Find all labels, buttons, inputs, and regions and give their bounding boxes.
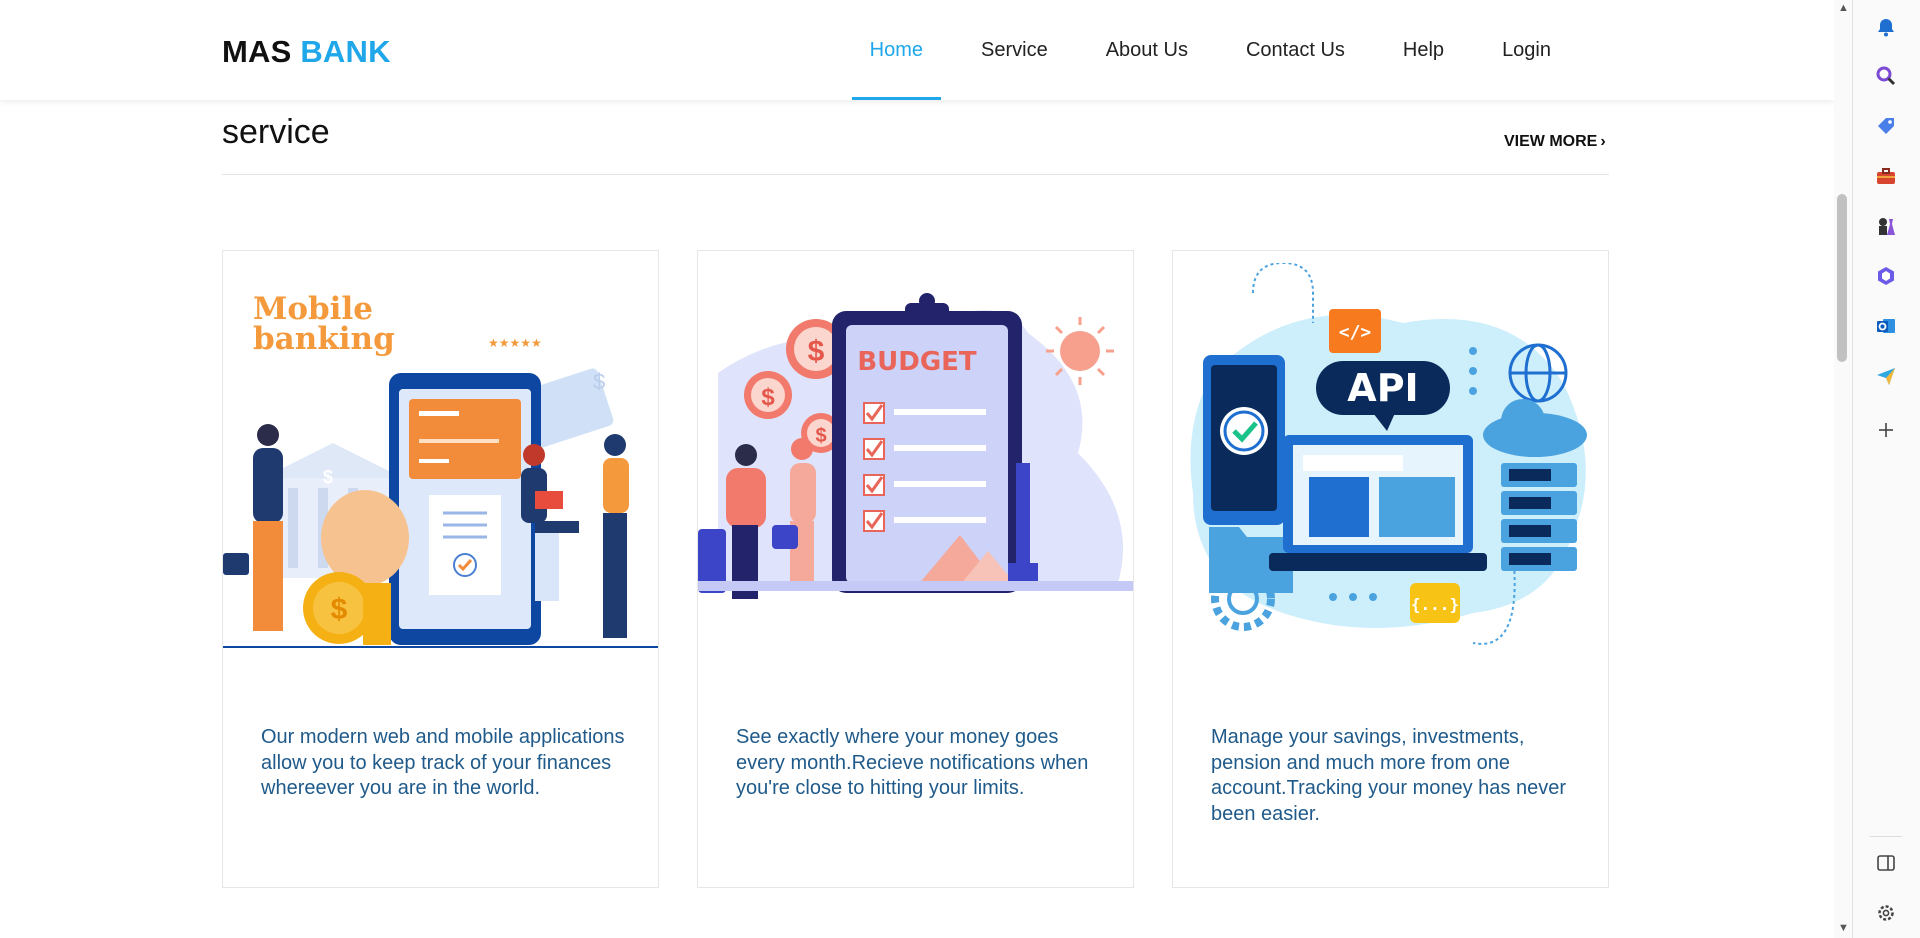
illustration-text-api: API <box>1347 366 1418 410</box>
service-card-mobile-banking: Mobile banking ★★★★★ $ $ $ Our modern we… <box>222 250 659 888</box>
svg-text:$: $ <box>808 335 825 368</box>
view-more-label: VIEW MORE <box>1504 133 1598 150</box>
view-more-link[interactable]: VIEW MORE › <box>1504 133 1606 151</box>
toolbox-icon[interactable] <box>1872 162 1900 190</box>
svg-text:$: $ <box>761 384 775 411</box>
mobile-banking-illustration: Mobile banking ★★★★★ $ $ $ <box>223 263 658 673</box>
site-header: MAS BANK Home Service About Us Contact U… <box>0 0 1834 100</box>
logo-text-bank: BANK <box>300 34 391 69</box>
logo-text-mas: MAS <box>222 34 292 69</box>
copilot-icon[interactable] <box>1872 262 1900 290</box>
card-description: Manage your savings, investments, pensio… <box>1211 726 1566 825</box>
section-title: service <box>222 113 330 151</box>
main-nav: Home Service About Us Contact Us Help Lo… <box>841 0 1580 100</box>
settings-icon[interactable] <box>1872 899 1900 927</box>
outlook-icon[interactable] <box>1872 312 1900 340</box>
section-divider <box>222 174 1609 175</box>
nav-home[interactable]: Home <box>841 0 952 100</box>
chevron-right-icon: › <box>1600 133 1606 150</box>
service-card-budget: $ $ $ BUDGET See exactly where your mone… <box>697 250 1134 888</box>
api-illustration: API </> {...} <box>1173 263 1608 673</box>
nav-contact-us[interactable]: Contact Us <box>1217 0 1374 100</box>
scroll-down-arrow-icon[interactable]: ▼ <box>1838 922 1849 934</box>
tag-icon[interactable] <box>1872 112 1900 140</box>
illustration-text-budget: BUDGET <box>857 347 977 377</box>
page: MAS BANK Home Service About Us Contact U… <box>0 0 1834 938</box>
illustration-text-braces: {...} <box>1411 595 1459 614</box>
svg-text:★★★★★: ★★★★★ <box>488 336 542 350</box>
service-card-api: API </> {...} Manage your savings, inves… <box>1172 250 1609 888</box>
scroll-up-arrow-icon[interactable]: ▲ <box>1838 2 1849 14</box>
send-icon[interactable] <box>1872 362 1900 390</box>
split-view-icon[interactable] <box>1872 849 1900 877</box>
nav-help[interactable]: Help <box>1374 0 1473 100</box>
nav-about-us[interactable]: About Us <box>1077 0 1217 100</box>
illustration-text-code-tag: </> <box>1339 322 1372 343</box>
svg-text:$: $ <box>323 467 333 487</box>
svg-text:$: $ <box>815 425 826 447</box>
budget-illustration: $ $ $ BUDGET <box>698 263 1133 673</box>
sidebar-divider <box>1870 836 1902 837</box>
nav-service[interactable]: Service <box>952 0 1077 100</box>
svg-text:$: $ <box>593 369 605 394</box>
illustration-text-banking: banking <box>253 321 395 357</box>
search-icon[interactable] <box>1872 62 1900 90</box>
add-icon[interactable] <box>1872 416 1900 444</box>
card-description: Our modern web and mobile applications a… <box>261 726 625 799</box>
bell-icon[interactable] <box>1872 13 1900 41</box>
games-icon[interactable] <box>1872 212 1900 240</box>
page-scrollbar[interactable] <box>1834 0 1852 938</box>
nav-login[interactable]: Login <box>1473 0 1580 100</box>
svg-text:$: $ <box>331 593 348 626</box>
logo[interactable]: MAS BANK <box>222 34 391 70</box>
scrollbar-thumb[interactable] <box>1837 194 1847 362</box>
card-description: See exactly where your money goes every … <box>736 726 1089 799</box>
browser-sidebar <box>1852 0 1920 938</box>
